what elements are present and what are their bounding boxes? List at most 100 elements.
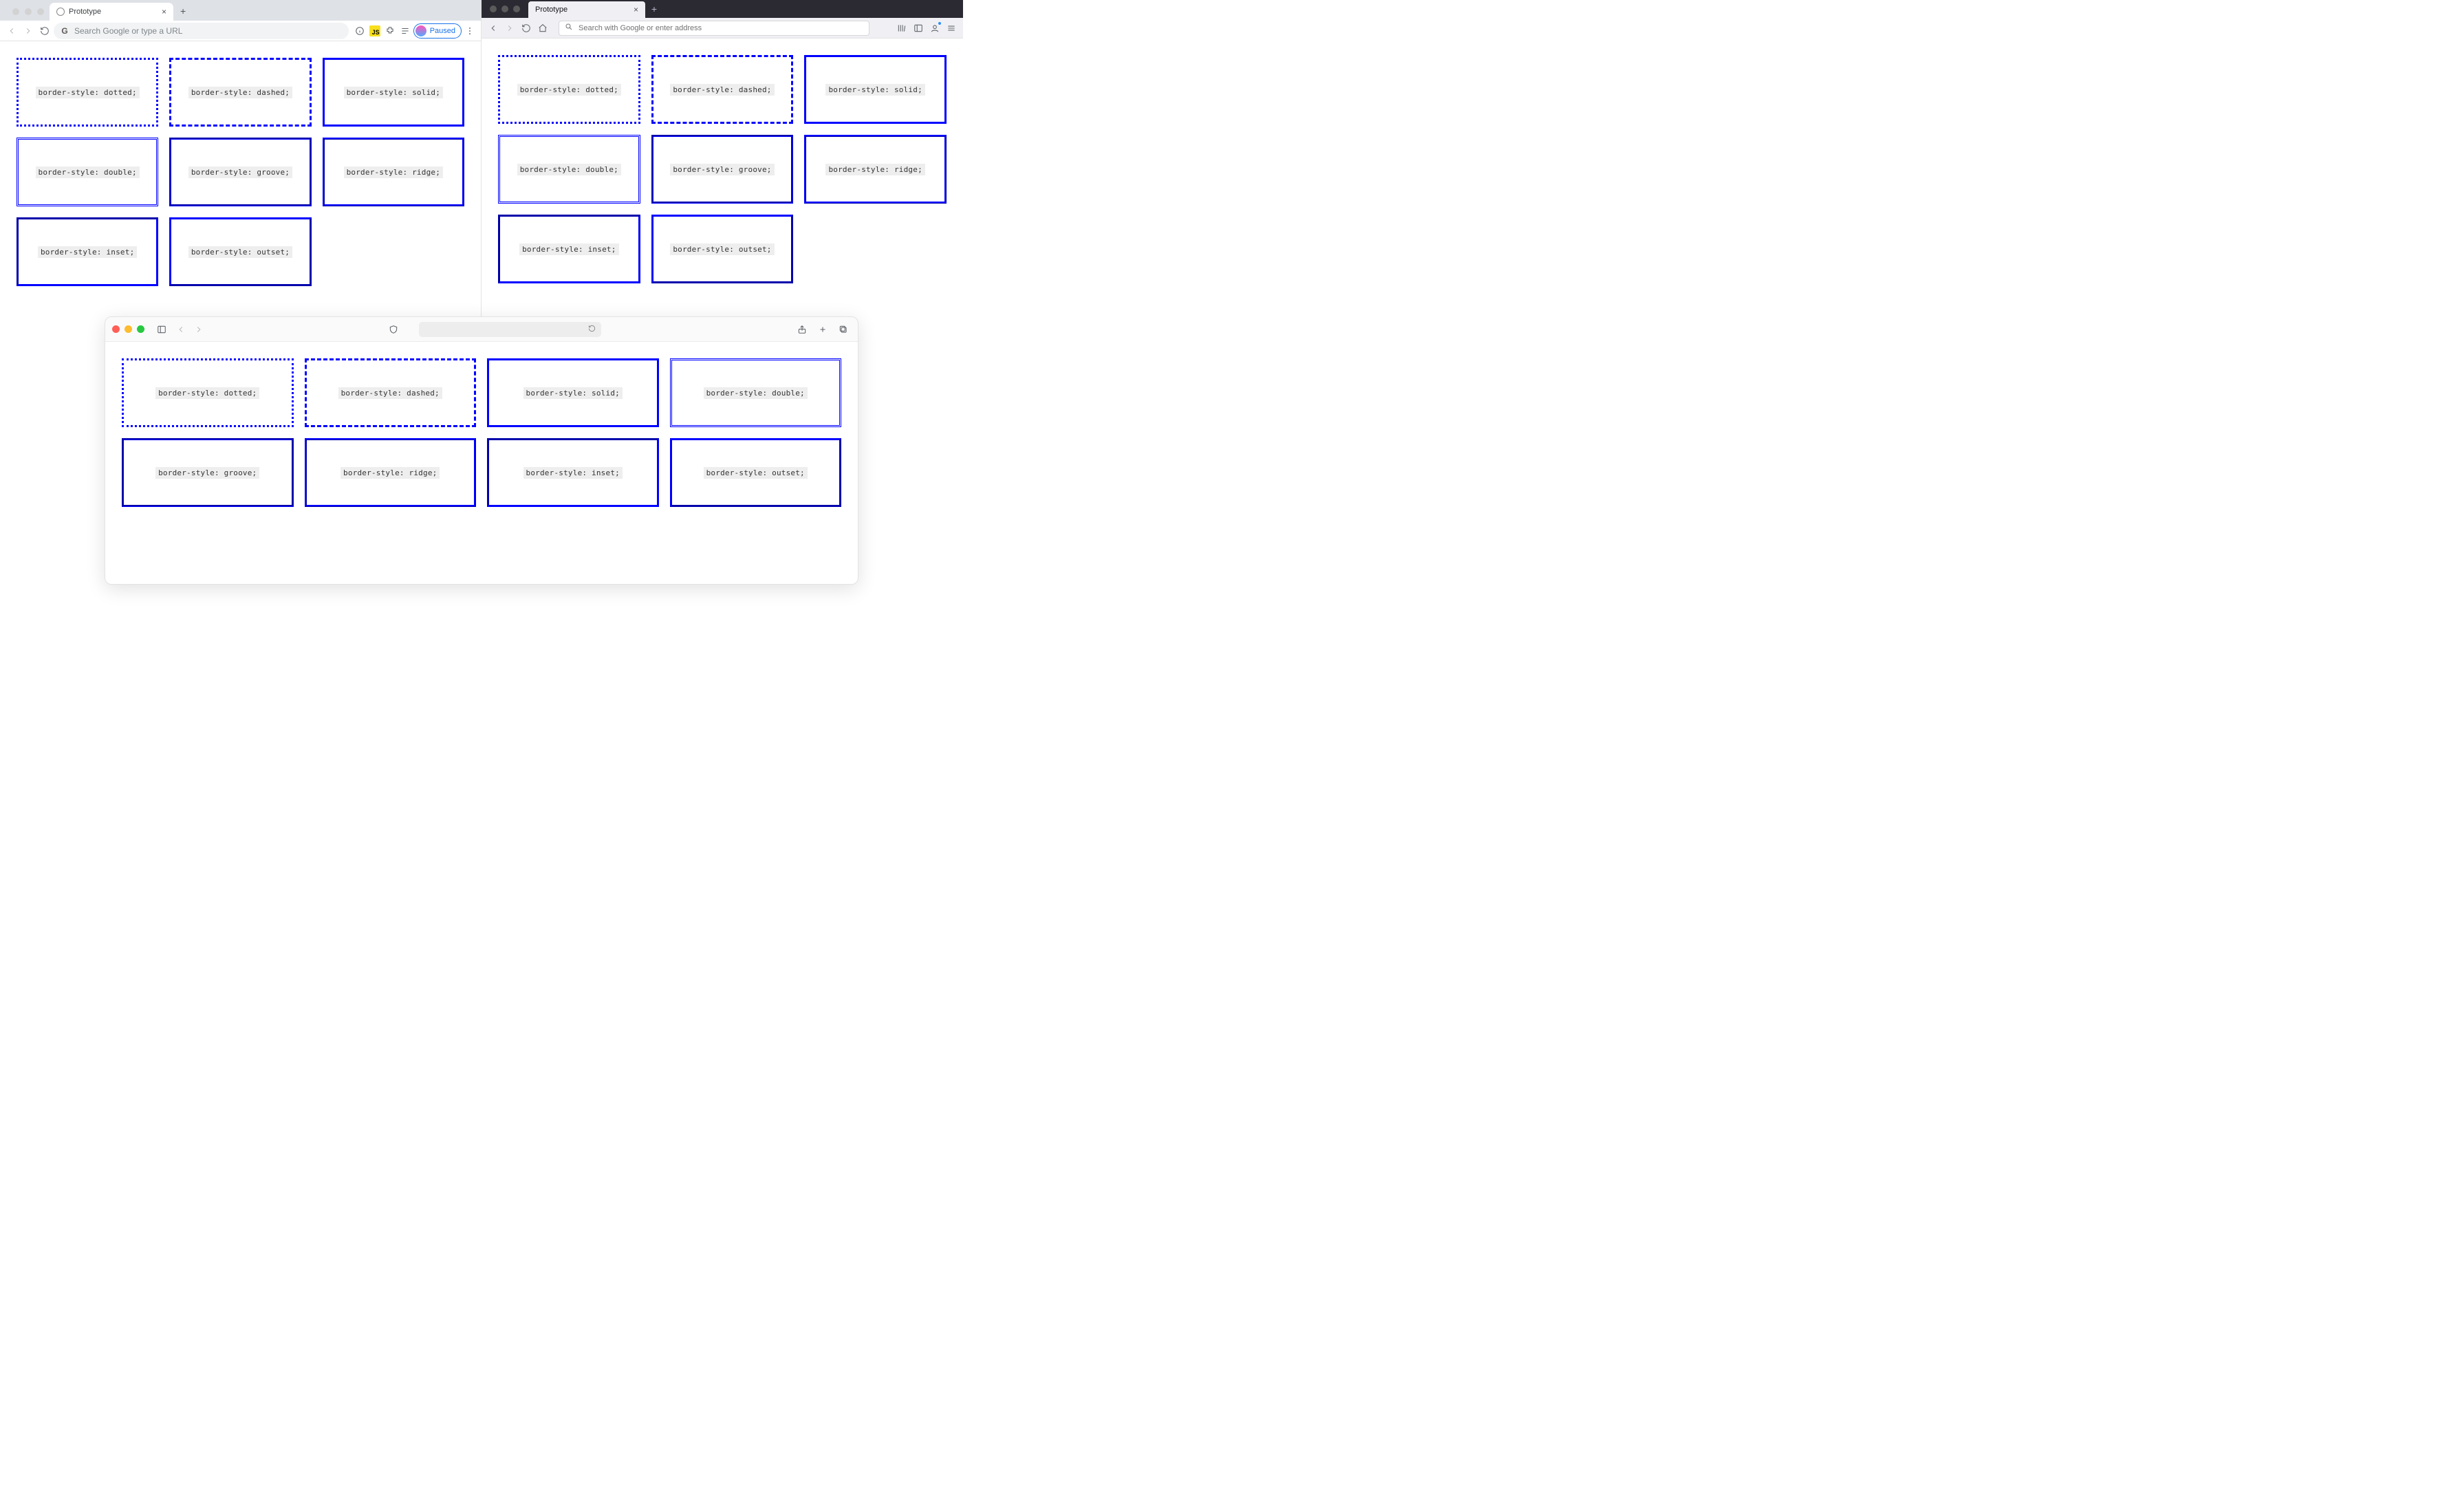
code-label: border-style: dashed; — [188, 87, 292, 98]
chrome-toolbar-right: JS Paused — [350, 23, 477, 39]
js-debug-icon[interactable]: JS — [368, 24, 382, 38]
chrome-browser-window: Prototype × + G Search Google or type a … — [0, 0, 482, 316]
code-label: border-style: double; — [36, 166, 140, 178]
new-tab-button[interactable]: + — [645, 0, 663, 18]
code-label: border-style: solid; — [825, 84, 925, 96]
new-tab-icon[interactable] — [815, 322, 830, 337]
profile-paused-chip[interactable]: Paused — [413, 23, 462, 39]
code-label: border-style: groove; — [670, 164, 774, 175]
window-control-dots — [7, 8, 50, 21]
border-style-dashed-box: border-style: dashed; — [305, 358, 477, 427]
back-icon[interactable] — [173, 322, 188, 337]
reload-icon[interactable] — [37, 23, 52, 39]
tab-title: Prototype — [535, 6, 628, 14]
border-style-inset-box: border-style: inset; — [487, 438, 659, 507]
traffic-light-close[interactable] — [12, 8, 19, 15]
border-style-dotted-box: border-style: dotted; — [122, 358, 294, 427]
border-style-groove-box: border-style: groove; — [122, 438, 294, 507]
close-tab-icon[interactable]: × — [634, 5, 638, 14]
safari-browser-window: border-style: dotted; border-style: dash… — [105, 316, 858, 585]
code-label: border-style: inset; — [519, 243, 618, 255]
traffic-light-zoom[interactable] — [37, 8, 44, 15]
paused-label: Paused — [430, 27, 455, 35]
code-label: border-style: groove; — [155, 467, 259, 479]
tab-title: Prototype — [69, 8, 158, 16]
code-label: border-style: inset; — [38, 246, 137, 258]
traffic-light-close[interactable] — [112, 325, 120, 333]
browser-tab[interactable]: Prototype × — [528, 1, 645, 18]
border-style-double-box: border-style: double; — [670, 358, 842, 427]
firefox-tab-strip: Prototype × + — [482, 0, 963, 18]
chrome-page-content: border-style: dotted; border-style: dash… — [0, 41, 481, 303]
tabs-overview-icon[interactable] — [836, 322, 851, 337]
back-icon[interactable] — [486, 21, 501, 36]
border-style-dotted-box: border-style: dotted; — [498, 55, 640, 124]
urlbar-placeholder: Search with Google or enter address — [579, 24, 702, 32]
safari-urlbar[interactable] — [419, 322, 601, 337]
chrome-tab-strip: Prototype × + — [0, 0, 481, 21]
border-style-ridge-box: border-style: ridge; — [323, 138, 464, 206]
close-tab-icon[interactable]: × — [162, 7, 166, 17]
share-icon[interactable] — [795, 322, 810, 337]
border-style-double-box: border-style: double; — [498, 135, 640, 204]
code-label: border-style: dotted; — [517, 84, 621, 96]
safari-toolbar — [105, 317, 858, 342]
chrome-omnibox[interactable]: G Search Google or type a URL — [54, 23, 349, 39]
safari-toolbar-right — [795, 322, 851, 337]
code-label: border-style: ridge; — [341, 467, 440, 479]
code-label: border-style: solid; — [344, 87, 443, 98]
border-style-inset-box: border-style: inset; — [498, 215, 640, 283]
chrome-toolbar: G Search Google or type a URL JS Paused — [0, 21, 481, 41]
search-icon — [565, 23, 573, 33]
window-control-dots — [482, 0, 528, 18]
border-style-groove-box: border-style: groove; — [169, 138, 311, 206]
code-label: border-style: solid; — [523, 387, 623, 399]
reload-icon[interactable] — [588, 325, 596, 334]
traffic-light-minimize[interactable] — [501, 6, 508, 12]
border-style-dotted-box: border-style: dotted; — [17, 58, 158, 127]
back-icon[interactable] — [4, 23, 19, 39]
window-control-dots — [112, 325, 150, 333]
code-label: border-style: outset; — [188, 246, 292, 258]
reading-list-icon[interactable] — [398, 24, 412, 38]
sidebar-toggle-icon[interactable] — [154, 322, 169, 337]
sidebar-icon[interactable] — [911, 21, 926, 36]
home-icon[interactable] — [535, 21, 550, 36]
account-icon[interactable] — [927, 21, 942, 36]
code-label: border-style: outset; — [704, 467, 808, 479]
border-style-dashed-box: border-style: dashed; — [651, 55, 794, 124]
code-label: border-style: dashed; — [670, 84, 774, 96]
browser-tab[interactable]: Prototype × — [50, 3, 173, 21]
firefox-urlbar[interactable]: Search with Google or enter address — [559, 21, 869, 36]
code-label: border-style: inset; — [523, 467, 623, 479]
code-label: border-style: double; — [517, 164, 621, 175]
library-icon[interactable] — [894, 21, 909, 36]
forward-icon[interactable] — [191, 322, 206, 337]
border-style-inset-box: border-style: inset; — [17, 217, 158, 286]
border-style-dashed-box: border-style: dashed; — [169, 58, 311, 127]
traffic-light-zoom[interactable] — [513, 6, 520, 12]
border-style-solid-box: border-style: solid; — [323, 58, 464, 127]
privacy-shield-icon[interactable] — [386, 322, 401, 337]
firefox-toolbar: Search with Google or enter address — [482, 18, 963, 39]
forward-icon[interactable] — [502, 21, 517, 36]
forward-icon[interactable] — [21, 23, 36, 39]
code-label: border-style: outset; — [670, 243, 774, 255]
traffic-light-close[interactable] — [490, 6, 497, 12]
border-style-ridge-box: border-style: ridge; — [804, 135, 947, 204]
new-tab-button[interactable]: + — [173, 6, 193, 21]
traffic-light-minimize[interactable] — [125, 325, 132, 333]
globe-icon — [56, 8, 65, 16]
reload-icon[interactable] — [519, 21, 534, 36]
kebab-menu-icon[interactable] — [463, 24, 477, 38]
firefox-browser-window: Prototype × + Search with Google or ente… — [482, 0, 963, 316]
google-icon: G — [61, 26, 69, 36]
avatar-icon — [415, 25, 426, 36]
safari-nav-buttons — [173, 322, 206, 337]
extensions-icon[interactable] — [383, 24, 397, 38]
page-info-icon[interactable] — [353, 24, 367, 38]
hamburger-menu-icon[interactable] — [944, 21, 959, 36]
traffic-light-minimize[interactable] — [25, 8, 32, 15]
border-style-solid-box: border-style: solid; — [804, 55, 947, 124]
traffic-light-zoom[interactable] — [137, 325, 144, 333]
